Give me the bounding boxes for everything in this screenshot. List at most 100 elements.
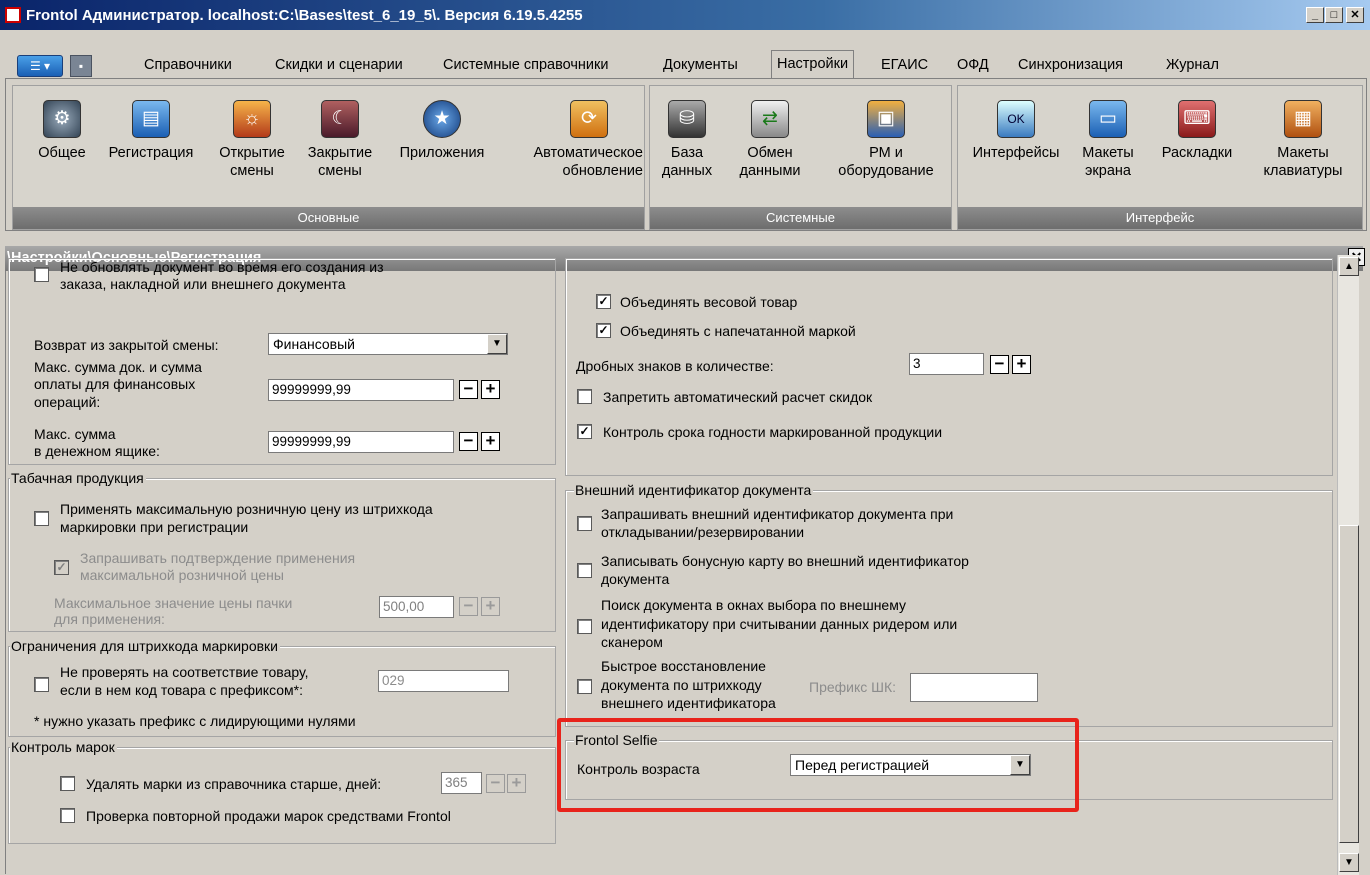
minus-button[interactable]: −: [459, 432, 478, 451]
tab-ofd[interactable]: ОФД: [957, 57, 989, 78]
ext-ask-checkbox[interactable]: [577, 516, 592, 531]
ext-fast-checkbox[interactable]: [577, 679, 592, 694]
expiry-control-checkbox[interactable]: ✓: [577, 424, 592, 439]
tobacco-apply-label: Применять максимальную розничную цену из…: [60, 501, 433, 517]
chevron-down-icon[interactable]: ▼: [487, 334, 507, 354]
barcode-note: * нужно указать префикс с лидирующими ну…: [34, 713, 356, 729]
ribbon-button-interfaces[interactable]: OK Интерфейсы: [962, 100, 1070, 162]
ext-bonus-checkbox[interactable]: [577, 563, 592, 578]
plus-button[interactable]: +: [507, 774, 526, 793]
ribbon-button-label: Интерфейсы: [972, 145, 1060, 161]
ext-ask-label-2: откладывании/резервировании: [601, 524, 805, 540]
ribbon-button-data-exchange[interactable]: ⇄ Обмен данными: [720, 100, 820, 180]
ext-id-legend: Внешний идентификатор документа: [574, 482, 814, 498]
ribbon-button-layouts[interactable]: ⌨ Раскладки: [1150, 100, 1244, 162]
gear-icon: ⚙: [43, 100, 81, 138]
ribbon-button-label: экрана: [1085, 163, 1131, 179]
ribbon-button-registration[interactable]: ▤ Регистрация: [95, 100, 207, 162]
max-cash-label-2: в денежном ящике:: [34, 443, 160, 459]
ribbon-button-screen-layouts[interactable]: ▭ Макеты экрана: [1072, 100, 1144, 180]
exchange-icon: ⇄: [751, 100, 789, 138]
save-icon[interactable]: ▪: [70, 55, 92, 77]
ext-search-checkbox[interactable]: [577, 619, 592, 634]
plus-button[interactable]: +: [481, 380, 500, 399]
barcode-check-label-2: если в нем код товара с префиксом*:: [60, 682, 303, 698]
max-cash-label: Макс. сумма: [34, 426, 116, 442]
tobacco-legend: Табачная продукция: [10, 470, 146, 486]
scroll-up-icon[interactable]: ▲: [1339, 257, 1359, 276]
scroll-thumb[interactable]: [1339, 525, 1359, 843]
plus-button[interactable]: +: [481, 597, 500, 616]
tobacco-apply-checkbox[interactable]: [34, 511, 49, 526]
vertical-scrollbar[interactable]: ▲ ▼: [1337, 255, 1359, 875]
ribbon-button-open-shift[interactable]: ☼ Открытие смены: [208, 100, 296, 180]
minus-button[interactable]: −: [459, 597, 478, 616]
no-auto-discount-label: Запретить автоматический расчет скидок: [603, 389, 873, 405]
ribbon-button-label: данными: [739, 163, 801, 179]
ribbon-button-label: клавиатуры: [1263, 163, 1343, 179]
ext-search-label-3: сканером: [601, 634, 663, 650]
ribbon-button-applications[interactable]: ★ Приложения: [384, 100, 500, 162]
ext-fast-label-3: внешнего идентификатора: [601, 695, 776, 711]
marks-delete-checkbox[interactable]: [60, 776, 75, 791]
no-update-checkbox[interactable]: [34, 267, 49, 282]
tab-documents[interactable]: Документы: [663, 57, 738, 78]
max-cash-input[interactable]: 99999999,99: [268, 431, 454, 453]
ext-search-label: Поиск документа в окнах выбора по внешне…: [601, 597, 906, 613]
scroll-down-icon[interactable]: ▼: [1339, 853, 1359, 872]
max-doc-label-2: оплаты для финансовых: [34, 376, 196, 392]
tobacco-confirm-checkbox[interactable]: ✓: [54, 560, 69, 575]
minus-button[interactable]: −: [990, 355, 1009, 374]
no-auto-discount-checkbox[interactable]: [577, 389, 592, 404]
ribbon-button-keyboard-layouts[interactable]: ▦ Макеты клавиатуры: [1248, 100, 1358, 180]
barcode-legend: Ограничения для штрихкода маркировки: [10, 638, 280, 654]
marks-legend: Контроль марок: [10, 739, 117, 755]
app-menu-button[interactable]: ☰ ▾: [17, 55, 63, 77]
tab-discounts[interactable]: Скидки и сценарии: [275, 57, 403, 78]
tobacco-max-input[interactable]: 500,00: [379, 596, 454, 618]
merge-weight-checkbox[interactable]: ✓: [596, 294, 611, 309]
tobacco-confirm-label-2: максимальной розничной цены: [80, 567, 284, 583]
tab-egais[interactable]: ЕГАИС: [881, 57, 928, 78]
open-shift-icon: ☼: [233, 100, 271, 138]
plus-button[interactable]: +: [481, 432, 500, 451]
tab-system-references[interactable]: Системные справочники: [443, 57, 608, 78]
maximize-button[interactable]: □: [1325, 7, 1343, 23]
ribbon-button-auto-update[interactable]: ⟳ Автоматическое обновление: [501, 100, 643, 180]
minimize-button[interactable]: _: [1306, 7, 1324, 23]
barcode-check-checkbox[interactable]: [34, 677, 49, 692]
close-window-button[interactable]: ✕: [1346, 7, 1364, 23]
merge-printed-checkbox[interactable]: ✓: [596, 323, 611, 338]
minus-button[interactable]: −: [486, 774, 505, 793]
marks-delete-label: Удалять марки из справочника старше, дне…: [86, 776, 382, 792]
ext-ask-label: Запрашивать внешний идентификатор докуме…: [601, 506, 954, 522]
ext-bonus-label: Записывать бонусную карту во внешний иде…: [601, 553, 969, 569]
prefix-input[interactable]: [910, 673, 1038, 702]
marks-repeat-checkbox[interactable]: [60, 808, 75, 823]
ribbon-button-close-shift[interactable]: ☾ Закрытие смены: [297, 100, 383, 180]
ribbon-button-workplace[interactable]: ▣ РМ и оборудование: [822, 100, 950, 180]
plus-button[interactable]: +: [1012, 355, 1031, 374]
tobacco-confirm-label: Запрашивать подтверждение применения: [80, 550, 356, 566]
fraction-input[interactable]: 3: [909, 353, 984, 375]
ribbon-button-general[interactable]: ⚙ Общее: [32, 100, 92, 162]
ribbon-button-label: Макеты: [1277, 145, 1329, 161]
ribbon-button-label: смены: [318, 163, 362, 179]
ribbon-button-database[interactable]: ⛁ База данных: [657, 100, 717, 180]
barcode-prefix-input[interactable]: 029: [378, 670, 509, 692]
ribbon-button-label: смены: [230, 163, 274, 179]
marks-days-input[interactable]: 365: [441, 772, 482, 794]
tab-sync[interactable]: Синхронизация: [1018, 57, 1123, 78]
ribbon-button-label: База: [670, 145, 704, 161]
tab-journal[interactable]: Журнал: [1166, 57, 1219, 78]
tab-references[interactable]: Справочники: [144, 57, 232, 78]
barcode-check-label: Не проверять на соответствие товару,: [60, 664, 309, 680]
ribbon-button-label: оборудование: [838, 163, 934, 179]
return-select[interactable]: Финансовый ▼: [268, 333, 508, 355]
marks-repeat-label: Проверка повторной продажи марок средств…: [86, 808, 451, 824]
ribbon-button-label: Приложения: [399, 145, 485, 161]
minus-button[interactable]: −: [459, 380, 478, 399]
max-doc-input[interactable]: 99999999,99: [268, 379, 454, 401]
tab-settings[interactable]: Настройки: [771, 50, 855, 79]
highlight-frame: [557, 718, 1079, 812]
